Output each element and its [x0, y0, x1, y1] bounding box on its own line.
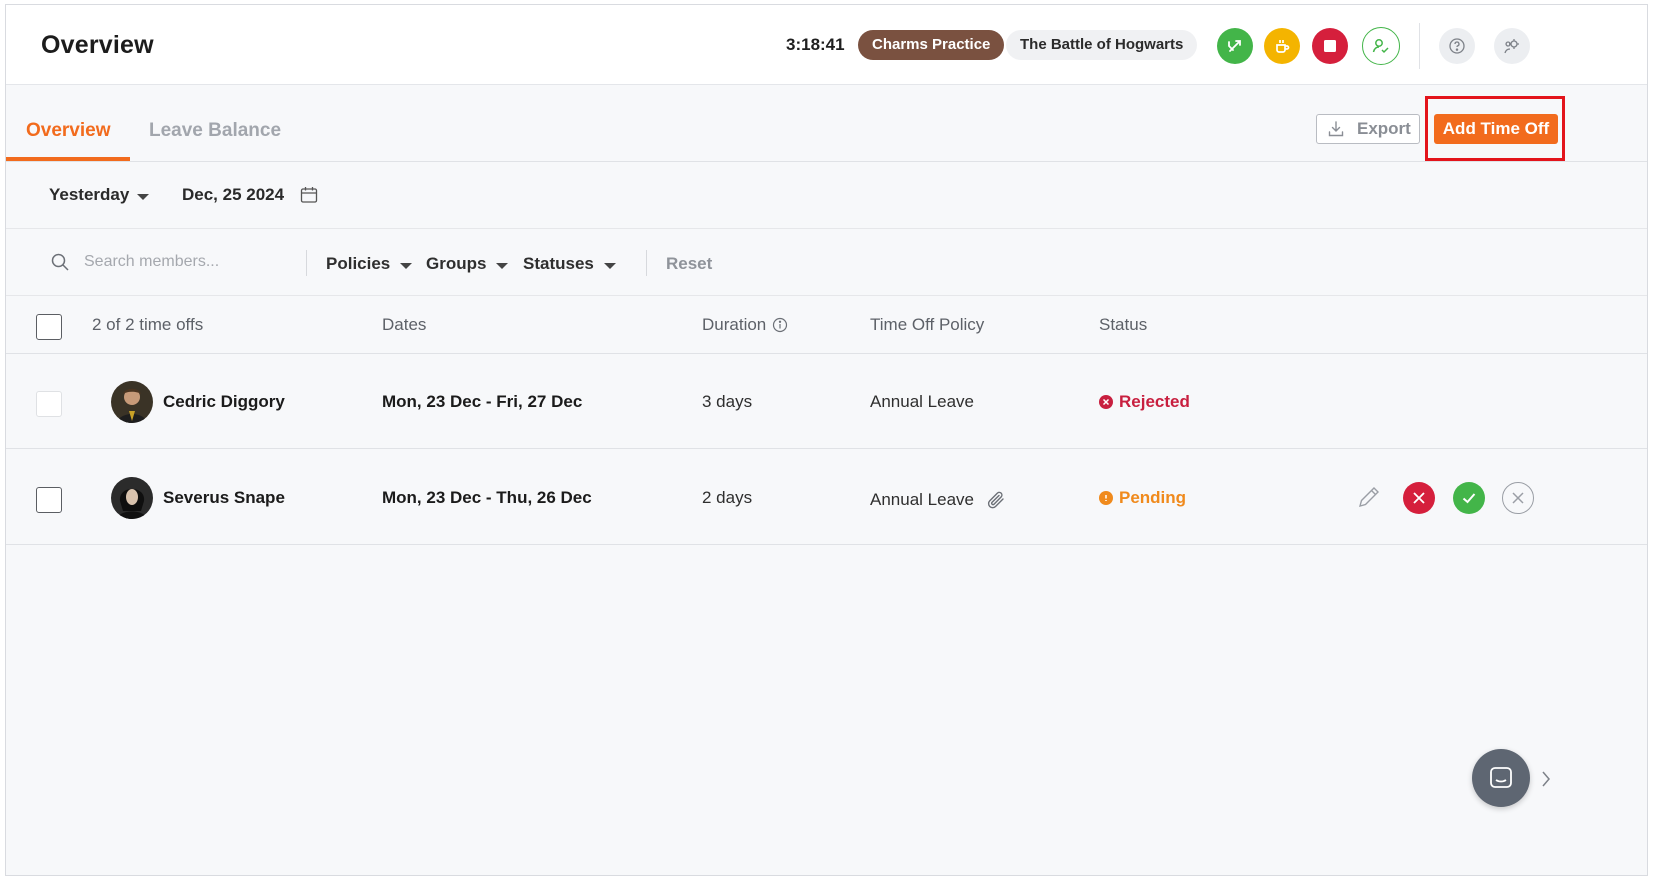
- reset-filters-button[interactable]: Reset: [666, 254, 712, 274]
- date-value: Dec, 25 2024: [182, 185, 285, 204]
- timer-display: 3:18:41: [786, 35, 845, 54]
- page-title: Overview: [41, 31, 154, 59]
- chevron-right-icon[interactable]: [1540, 769, 1552, 794]
- pencil-icon: [1359, 487, 1379, 507]
- user-status-button[interactable]: [1362, 27, 1400, 65]
- policies-filter[interactable]: Policies: [326, 254, 413, 274]
- gear-user-icon: [1504, 39, 1519, 54]
- reject-button[interactable]: [1403, 482, 1435, 514]
- tabs-bar: Overview Leave Balance Export Add Time O…: [6, 86, 1647, 162]
- avatar: [111, 381, 153, 423]
- chat-widget-button[interactable]: [1472, 749, 1530, 807]
- filter-row: Policies Groups Statuses Reset: [6, 230, 1647, 296]
- table-row[interactable]: Severus Snape Mon, 23 Dec - Thu, 26 Dec …: [6, 450, 1647, 545]
- groups-label: Groups: [426, 254, 487, 273]
- close-circle-icon: [1512, 492, 1524, 504]
- groups-filter[interactable]: Groups: [426, 254, 509, 274]
- active-tab-indicator: [6, 157, 130, 161]
- column-duration: Duration: [702, 315, 788, 335]
- app-frame: Overview 3:18:41 Charms Practice The Bat…: [5, 4, 1648, 876]
- column-duration-label: Duration: [702, 315, 767, 334]
- table-row[interactable]: Cedric Diggory Mon, 23 Dec - Fri, 27 Dec…: [6, 354, 1647, 449]
- caret-down-icon: [137, 193, 150, 200]
- column-status: Status: [1099, 315, 1148, 334]
- coffee-icon: [1276, 40, 1290, 53]
- search-icon: [51, 253, 69, 271]
- policies-label: Policies: [326, 254, 391, 273]
- download-icon: [1328, 121, 1344, 137]
- time-off-policy: Annual Leave: [870, 392, 974, 412]
- statuses-label: Statuses: [523, 254, 594, 273]
- policy-label: Annual Leave: [870, 490, 974, 509]
- policy-label: Annual Leave: [870, 392, 974, 411]
- column-dates: Dates: [382, 315, 427, 334]
- break-button[interactable]: [1264, 28, 1300, 64]
- member-name[interactable]: Cedric Diggory: [163, 392, 285, 412]
- tab-leave-balance[interactable]: Leave Balance: [149, 120, 281, 142]
- column-policy: Time Off Policy: [870, 315, 985, 334]
- status-label: Pending: [1119, 488, 1187, 507]
- time-off-policy: Annual Leave: [870, 488, 1008, 512]
- status-badge: Pending: [1099, 488, 1186, 508]
- attachment-icon[interactable]: [984, 488, 1008, 512]
- avatar: [111, 477, 153, 519]
- rejected-icon: [1099, 395, 1113, 409]
- add-time-off-button[interactable]: Add Time Off: [1434, 114, 1558, 144]
- time-off-dates: Mon, 23 Dec - Thu, 26 Dec: [382, 488, 592, 507]
- search-box: [50, 252, 284, 272]
- time-off-dates: Mon, 23 Dec - Fri, 27 Dec: [382, 392, 583, 411]
- settings-button[interactable]: [1494, 28, 1530, 64]
- filter-divider: [646, 250, 647, 276]
- switch-task-button[interactable]: [1217, 28, 1253, 64]
- row-checkbox: [36, 391, 62, 417]
- date-range-select[interactable]: Yesterday: [49, 185, 150, 205]
- info-icon[interactable]: [772, 317, 788, 333]
- calendar-icon: [300, 187, 318, 203]
- date-picker[interactable]: Dec, 25 2024: [182, 185, 318, 205]
- statuses-filter[interactable]: Statuses: [523, 254, 616, 274]
- chat-icon: [1490, 767, 1512, 788]
- status-badge: Rejected: [1099, 392, 1190, 412]
- stop-icon: [1324, 40, 1336, 52]
- search-input[interactable]: [84, 253, 284, 271]
- header-divider: [1419, 23, 1420, 69]
- pending-icon: [1099, 491, 1113, 505]
- caret-down-icon: [400, 262, 413, 269]
- help-icon: [1449, 38, 1465, 54]
- x-icon: [1413, 492, 1425, 504]
- help-button[interactable]: [1439, 28, 1475, 64]
- date-filter-row: Yesterday Dec, 25 2024: [6, 163, 1647, 229]
- project-pill[interactable]: Charms Practice: [858, 30, 1005, 60]
- check-icon: [1462, 493, 1476, 504]
- export-button[interactable]: Export: [1316, 114, 1420, 144]
- task-pill[interactable]: The Battle of Hogwarts: [1006, 30, 1198, 60]
- select-all-checkbox[interactable]: [36, 314, 62, 340]
- caret-down-icon: [603, 262, 616, 269]
- caret-down-icon: [496, 262, 509, 269]
- switch-arrows-icon: [1228, 40, 1241, 52]
- tab-overview[interactable]: Overview: [26, 120, 111, 142]
- edit-button[interactable]: [1353, 481, 1385, 513]
- member-name[interactable]: Severus Snape: [163, 488, 285, 508]
- time-off-duration: 2 days: [702, 488, 753, 507]
- export-label: Export: [1357, 119, 1411, 138]
- date-range-value: Yesterday: [49, 185, 130, 204]
- stop-timer-button[interactable]: [1312, 28, 1348, 64]
- time-off-duration: 3 days: [702, 392, 753, 411]
- top-bar: Overview 3:18:41 Charms Practice The Bat…: [6, 5, 1647, 85]
- row-checkbox[interactable]: [36, 487, 62, 513]
- table-header: 2 of 2 time offs Dates Duration Time Off…: [6, 297, 1647, 354]
- cancel-request-button[interactable]: [1502, 482, 1534, 514]
- user-check-icon: [1372, 39, 1389, 54]
- count-label: 2 of 2 time offs: [92, 315, 204, 334]
- filter-divider: [306, 250, 307, 276]
- approve-button[interactable]: [1453, 482, 1485, 514]
- status-label: Rejected: [1119, 392, 1190, 411]
